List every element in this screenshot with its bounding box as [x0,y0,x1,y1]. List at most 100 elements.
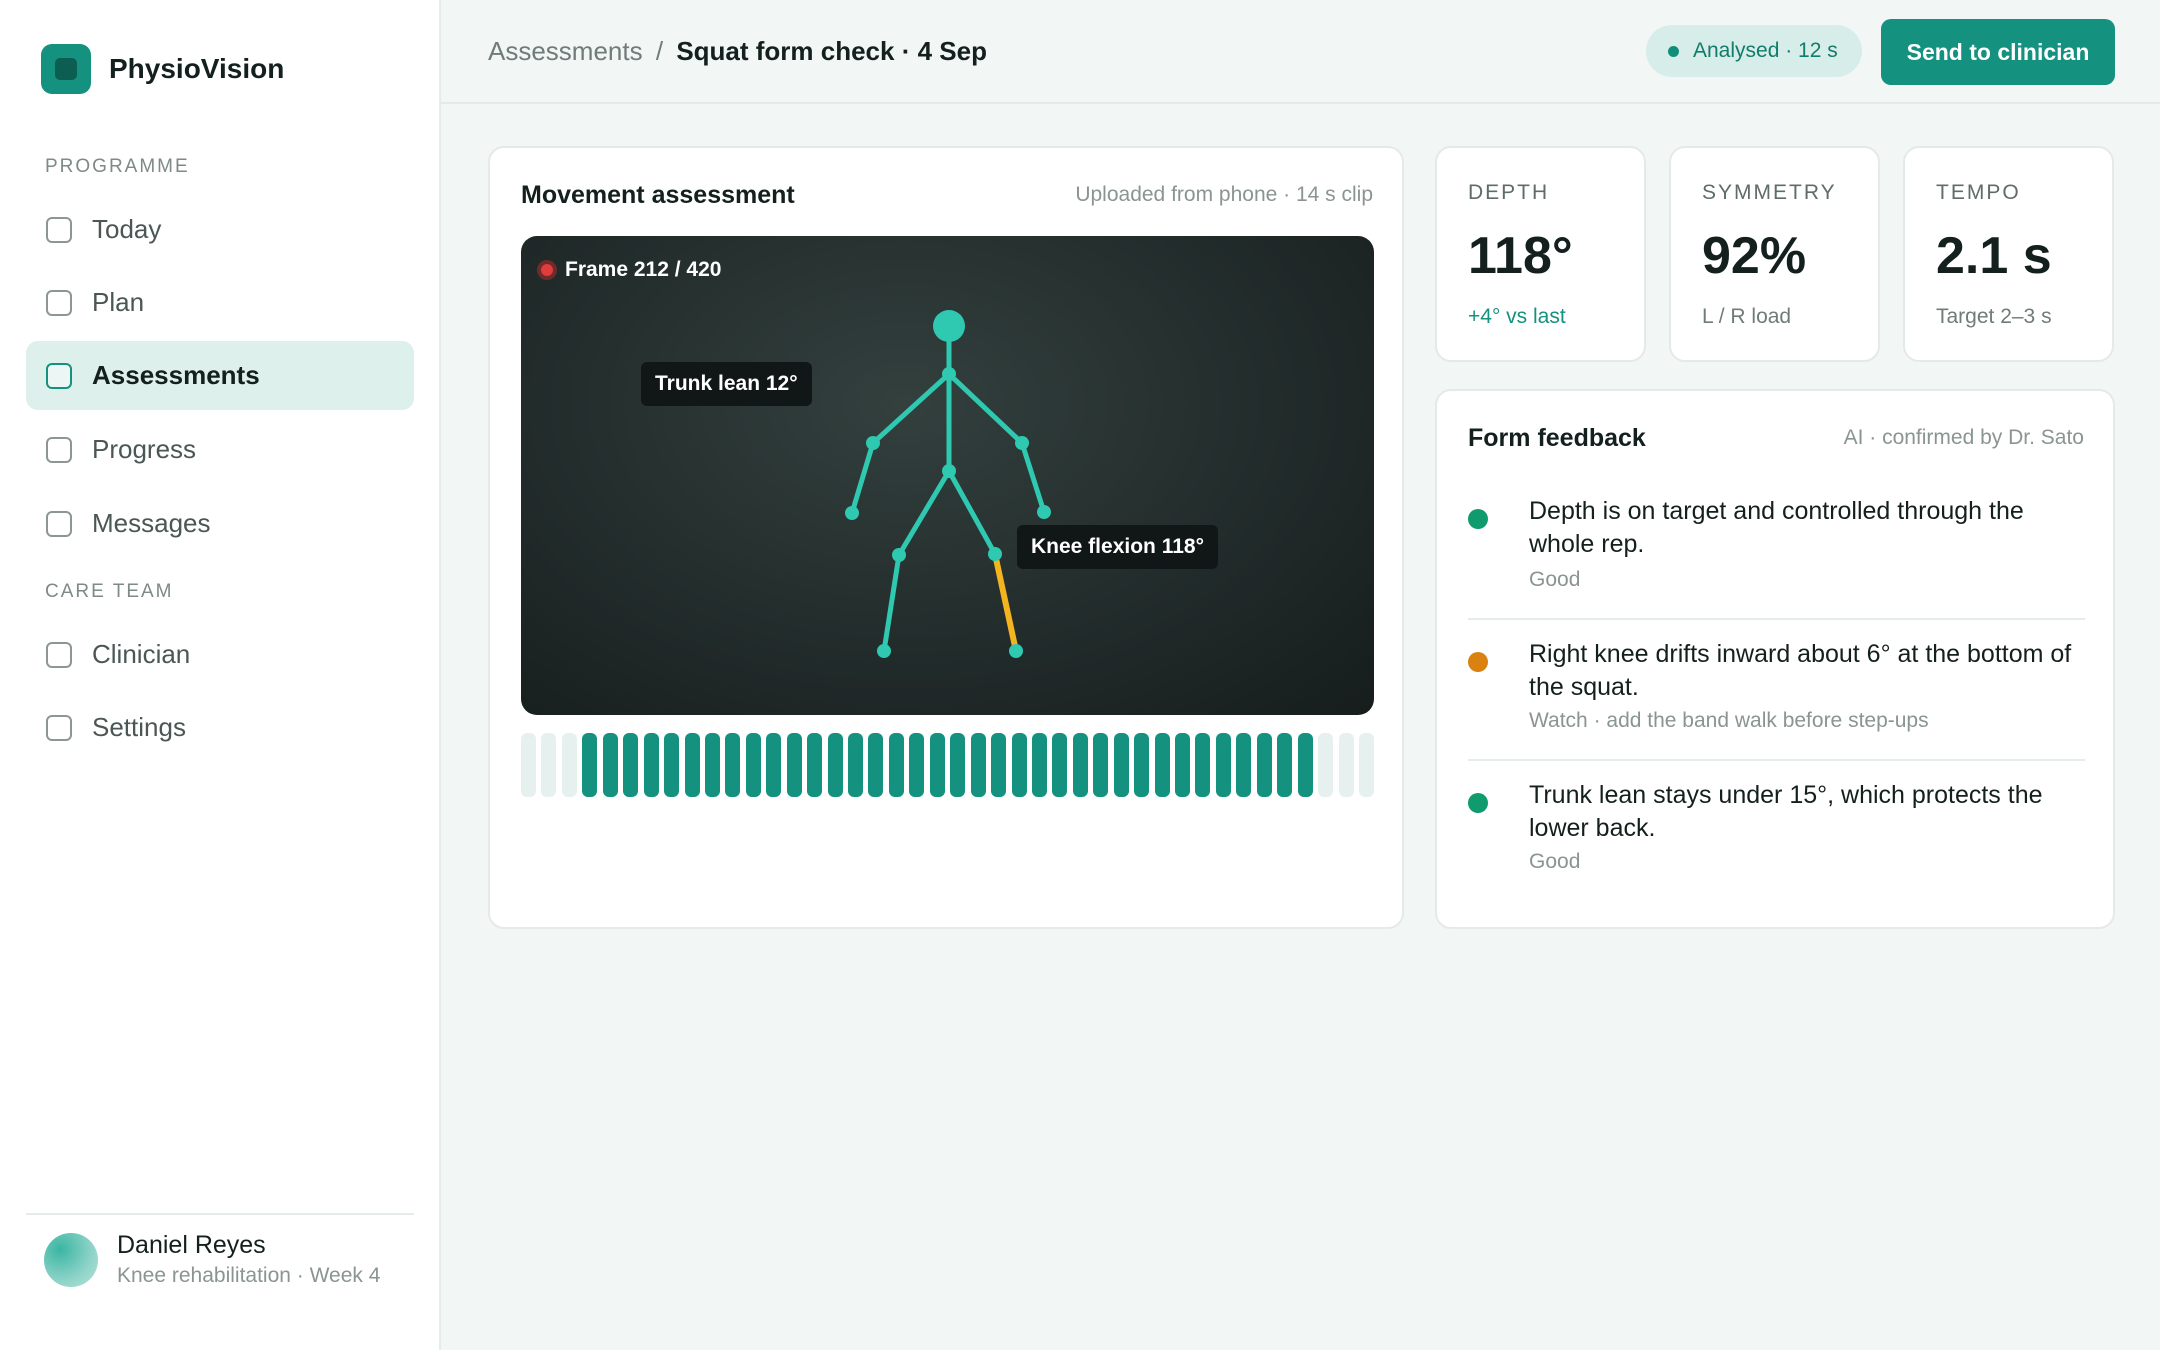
timeline-segment[interactable] [685,733,700,797]
frame-timeline[interactable] [521,733,1374,797]
timeline-segment[interactable] [828,733,843,797]
timeline-segment[interactable] [725,733,740,797]
metric-sub: L / R load [1702,305,1792,328]
timeline-segment[interactable] [521,733,536,797]
timeline-segment[interactable] [1359,733,1374,797]
user-name: Daniel Reyes [117,1231,266,1259]
app-logo-icon [41,44,91,94]
timeline-segment[interactable] [1236,733,1251,797]
section-label-programme: PROGRAMME [45,156,190,177]
timeline-segment[interactable] [603,733,618,797]
avatar [44,1232,98,1287]
breadcrumb-parent-link[interactable]: Assessments [488,36,643,66]
timeline-segment[interactable] [787,733,802,797]
send-to-clinician-button[interactable]: Send to clinician [1881,19,2115,85]
sidebar-item-label: Messages [92,508,211,538]
timeline-segment[interactable] [930,733,945,797]
status-dot-icon [1468,652,1488,672]
feedback-text: Depth is on target and controlled throug… [1529,497,2024,558]
timeline-segment[interactable] [1073,733,1088,797]
timeline-segment[interactable] [868,733,883,797]
timeline-segment[interactable] [889,733,904,797]
right-shin-highlight [992,551,1019,654]
timeline-segment[interactable] [705,733,720,797]
user-profile[interactable]: Daniel Reyes Knee rehabilitation · Week … [44,1231,380,1288]
timeline-segment[interactable] [562,733,577,797]
sidebar-item-progress[interactable]: Progress [26,415,414,484]
sidebar-item-plan[interactable]: Plan [26,268,414,337]
right-wrist-joint [1037,505,1051,519]
header: Assessments / Squat form check · 4 Sep A… [441,0,2160,104]
user-subtitle: Knee rehabilitation · Week 4 [117,1264,381,1287]
sidebar-item-settings[interactable]: Settings [26,693,414,762]
timeline-segment[interactable] [807,733,822,797]
timeline-segment[interactable] [1257,733,1272,797]
sidebar-item-assessments[interactable]: Assessments [26,341,414,410]
card-title: Form feedback [1468,424,1646,452]
metric-change: +4° vs last [1468,305,1566,328]
timeline-segment[interactable] [971,733,986,797]
timeline-segment[interactable] [644,733,659,797]
knee-flexion-tag: Knee flexion 118° [1017,525,1218,569]
timeline-segment[interactable] [766,733,781,797]
timeline-segment[interactable] [1175,733,1190,797]
timeline-segment[interactable] [1339,733,1354,797]
right-elbow-joint [1015,436,1029,450]
status-text: Analysed · 12 s [1693,39,1838,62]
timeline-segment[interactable] [664,733,679,797]
timeline-segment[interactable] [746,733,761,797]
feedback-text: Right knee drifts inward about 6° at the… [1529,640,2072,701]
timeline-segment[interactable] [950,733,965,797]
timeline-segment[interactable] [848,733,863,797]
breadcrumb-separator: / [655,36,664,66]
timeline-segment[interactable] [623,733,638,797]
sidebar-item-messages[interactable]: Messages [26,489,414,558]
timeline-segment[interactable] [1093,733,1108,797]
timeline-segment[interactable] [1318,733,1333,797]
left-knee-joint [892,548,906,562]
status-badge: Analysed · 12 s [1646,25,1862,77]
shoulder-joint [942,367,956,381]
breadcrumb-current: Squat form check · 4 Sep [676,36,987,66]
app-name: PhysioVision [109,53,285,84]
movement-assessment-card: Movement assessment Uploaded from phone … [488,146,1404,929]
sidebar-item-clinician[interactable]: Clinician [26,620,414,689]
feedback-status: Good [1529,850,1581,873]
timeline-segment[interactable] [1012,733,1027,797]
right-forearm [1019,440,1047,515]
left-thigh [896,468,952,558]
status-dot-icon [1668,45,1679,57]
form-feedback-card: Form feedback AI · confirmed by Dr. Sato… [1435,389,2115,929]
card-title: Movement assessment [521,181,795,209]
timeline-segment[interactable] [582,733,597,797]
timeline-segment[interactable] [1052,733,1067,797]
hip-joint [942,464,956,478]
pose-skeleton [845,310,1051,658]
timeline-segment[interactable] [1195,733,1210,797]
timeline-segment[interactable] [541,733,556,797]
timeline-segment[interactable] [1277,733,1292,797]
section-label-care-team: CARE TEAM [45,581,174,602]
checkbox-icon [46,216,72,243]
sidebar-item-label: Plan [92,287,145,317]
timeline-segment[interactable] [1298,733,1313,797]
timeline-segment[interactable] [909,733,924,797]
checkbox-icon [46,510,72,537]
left-upper-arm [870,371,952,446]
feedback-status: Watch · add the band walk before step-up… [1529,709,1929,732]
metric-card-depth: DEPTH 118° +4° vs last [1435,146,1646,362]
timeline-segment[interactable] [991,733,1006,797]
brand[interactable]: PhysioVision [41,44,284,94]
checkbox-icon [46,641,72,668]
timeline-segment[interactable] [1032,733,1047,797]
sidebar-item-label: Assessments [92,360,260,390]
divider [1468,618,2085,620]
timeline-segment[interactable] [1134,733,1149,797]
left-wrist-joint [845,506,859,520]
timeline-segment[interactable] [1114,733,1129,797]
timeline-segment[interactable] [1216,733,1231,797]
video-frame[interactable]: Frame 212 / 420 Trunk lean 12° Knee flex… [521,236,1374,715]
timeline-segment[interactable] [1155,733,1170,797]
sidebar-item-today[interactable]: Today [26,195,414,264]
right-ankle-joint [1009,644,1023,658]
